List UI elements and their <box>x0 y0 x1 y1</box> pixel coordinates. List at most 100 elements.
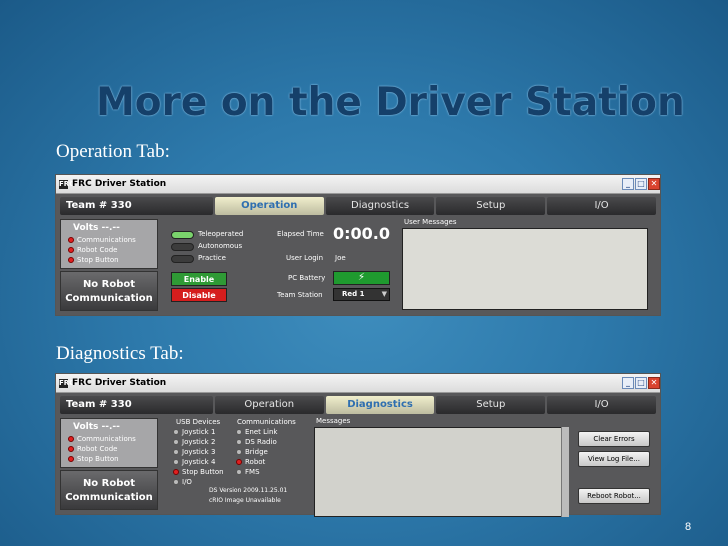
gray-status-icon <box>173 459 179 465</box>
usb-device-item: Stop Button <box>173 468 224 476</box>
team-station-label: Team Station <box>277 291 323 299</box>
usb-device-item: Joystick 2 <box>173 438 215 446</box>
status-panel: Volts --.-- Communications Robot Code St… <box>60 219 158 269</box>
close-button[interactable]: ✕ <box>648 377 660 389</box>
disable-button[interactable]: Disable <box>171 288 227 302</box>
stop-button-indicator: Stop Button <box>68 256 119 264</box>
elapsed-time-label: Elapsed Time <box>277 230 324 238</box>
red-status-icon <box>68 257 74 263</box>
teleoperated-toggle[interactable] <box>171 231 194 239</box>
red-status-icon <box>68 446 74 452</box>
mode-label-teleoperated: Teleoperated <box>198 230 244 238</box>
tab-setup[interactable]: Setup <box>436 396 546 414</box>
usb-device-item: Joystick 4 <box>173 458 215 466</box>
gray-status-icon <box>173 429 179 435</box>
team-number: Team # 330 <box>60 396 213 414</box>
title-bar[interactable]: FRC FRC Driver Station _ □ ✕ <box>56 374 660 393</box>
tab-bar: Team # 330 Operation Diagnostics Setup I… <box>60 197 656 215</box>
tab-operation[interactable]: Operation <box>214 197 324 215</box>
communication-item: Bridge <box>236 448 268 456</box>
communications-indicator: Communications <box>68 236 136 244</box>
close-button[interactable]: ✕ <box>648 178 660 190</box>
practice-toggle[interactable] <box>171 255 194 263</box>
messages-scrollbar[interactable] <box>561 427 569 517</box>
plug-icon: ⚡ <box>357 272 366 283</box>
red-status-icon <box>236 459 242 465</box>
robot-code-indicator: Robot Code <box>68 445 117 453</box>
volts-readout: Volts --.-- <box>73 422 120 432</box>
window-title: FRC Driver Station <box>72 378 167 388</box>
elapsed-time-value: 0:00.0 <box>333 224 391 243</box>
tab-io[interactable]: I/O <box>547 396 656 414</box>
red-status-icon <box>68 436 74 442</box>
gray-status-icon <box>236 429 242 435</box>
tab-bar: Team # 330 Operation Diagnostics Setup I… <box>60 396 656 414</box>
volts-readout: Volts --.-- <box>73 223 120 233</box>
red-status-icon <box>173 469 179 475</box>
red-status-icon <box>68 247 74 253</box>
window-title: FRC Driver Station <box>72 179 167 189</box>
chevron-down-icon: ▼ <box>381 290 387 298</box>
communication-item: Robot <box>236 458 265 466</box>
gray-status-icon <box>173 449 179 455</box>
usb-devices-label: USB Devices <box>176 418 221 426</box>
driver-station-body: Team # 330 Operation Diagnostics Setup I… <box>56 393 660 517</box>
minimize-button[interactable]: _ <box>622 178 634 190</box>
team-number: Team # 330 <box>60 197 213 215</box>
autonomous-toggle[interactable] <box>171 243 194 251</box>
pc-battery-indicator: ⚡ <box>333 271 390 285</box>
red-status-icon <box>68 456 74 462</box>
communication-item: Enet Link <box>236 428 277 436</box>
tab-io[interactable]: I/O <box>547 197 656 215</box>
title-bar[interactable]: FRC FRC Driver Station _ □ ✕ <box>56 175 660 194</box>
usb-device-item: Joystick 1 <box>173 428 215 436</box>
usb-device-item: Joystick 3 <box>173 448 215 456</box>
diagnostics-tab-caption: Diagnostics Tab: <box>56 343 184 364</box>
communications-label: Communications <box>237 418 296 426</box>
driver-station-window-operation: FRC FRC Driver Station _ □ ✕ Team # 330 … <box>55 174 661 316</box>
status-panel: Volts --.-- Communications Robot Code St… <box>60 418 158 468</box>
tab-operation[interactable]: Operation <box>214 396 324 414</box>
minimize-button[interactable]: _ <box>622 377 634 389</box>
reboot-robot-button[interactable]: Reboot Robot... <box>578 488 650 504</box>
mode-label-practice: Practice <box>198 254 226 262</box>
user-messages-label: User Messages <box>404 218 457 226</box>
ds-version: DS Version 2009.11.25.01 <box>209 487 288 494</box>
pc-battery-label: PC Battery <box>288 274 326 282</box>
user-messages-box <box>402 228 648 310</box>
no-robot-communication: No Robot Communication <box>60 271 158 311</box>
no-robot-communication: No Robot Communication <box>60 470 158 510</box>
user-login-value: Joe <box>335 254 346 262</box>
maximize-button[interactable]: □ <box>635 377 647 389</box>
tab-setup[interactable]: Setup <box>436 197 546 215</box>
app-icon: FRC <box>59 180 75 189</box>
robot-code-indicator: Robot Code <box>68 246 117 254</box>
red-status-icon <box>68 237 74 243</box>
clear-errors-button[interactable]: Clear Errors <box>578 431 650 447</box>
view-log-file-button[interactable]: View Log File... <box>578 451 650 467</box>
slide: { "slide": {"title": "More on the Driver… <box>0 0 728 546</box>
app-icon: FRC <box>59 379 75 388</box>
team-station-select[interactable]: ▼ Red 1 <box>333 288 390 301</box>
tab-diagnostics[interactable]: Diagnostics <box>325 396 435 414</box>
gray-status-icon <box>236 469 242 475</box>
communication-item: FMS <box>236 468 260 476</box>
communications-indicator: Communications <box>68 435 136 443</box>
driver-station-window-diagnostics: FRC FRC Driver Station _ □ ✕ Team # 330 … <box>55 373 661 517</box>
mode-label-autonomous: Autonomous <box>198 242 243 250</box>
maximize-button[interactable]: □ <box>635 178 647 190</box>
driver-station-body: Team # 330 Operation Diagnostics Setup I… <box>56 194 660 315</box>
gray-status-icon <box>236 439 242 445</box>
communication-item: DS Radio <box>236 438 277 446</box>
messages-label: Messages <box>316 417 351 425</box>
enable-button[interactable]: Enable <box>171 272 227 286</box>
page-number: 8 <box>685 521 692 533</box>
gray-status-icon <box>236 449 242 455</box>
operation-tab-caption: Operation Tab: <box>56 141 170 162</box>
gray-status-icon <box>173 439 179 445</box>
stop-button-indicator: Stop Button <box>68 455 119 463</box>
messages-box <box>314 427 569 517</box>
crio-image: cRIO Image Unavailable <box>209 497 281 504</box>
tab-diagnostics[interactable]: Diagnostics <box>325 197 435 215</box>
user-login-label: User Login <box>286 254 324 262</box>
